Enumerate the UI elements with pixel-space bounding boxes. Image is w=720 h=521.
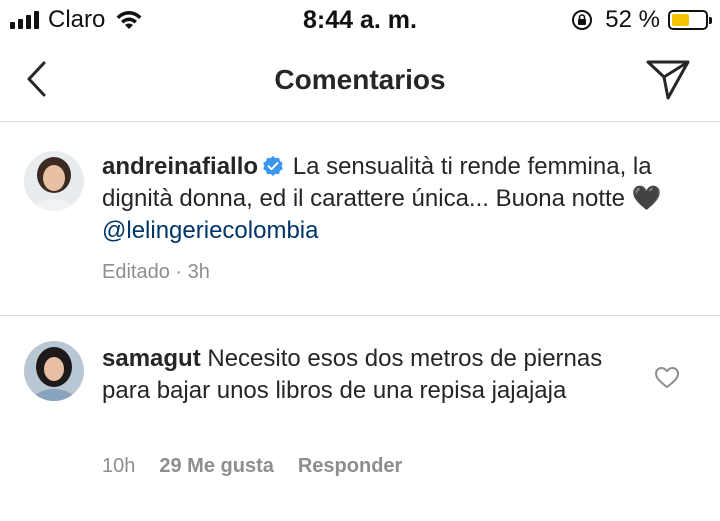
paper-plane-icon[interactable] (644, 56, 692, 102)
comment-text: samagut Necesito esos dos metros de pier… (102, 343, 622, 407)
battery-icon (668, 10, 712, 30)
header: Comentarios (0, 40, 720, 122)
mention-link[interactable]: @lelingeriecolombia (102, 217, 318, 244)
reply-button[interactable]: Responder (298, 455, 402, 478)
post-caption: andreinafiallo La sensualità ti rende fe… (0, 123, 720, 316)
heart-icon[interactable] (654, 365, 680, 391)
comment-username[interactable]: samagut (102, 345, 201, 372)
comment-time: 10h (102, 455, 136, 477)
likes-count[interactable]: 29 Me gusta (159, 455, 273, 478)
rotation-lock-icon (572, 10, 593, 30)
comment-item: samagut Necesito esos dos metros de pier… (0, 317, 720, 521)
black-heart-emoji: 🖤 (631, 185, 662, 212)
caption-username[interactable]: andreinafiallo (102, 153, 258, 180)
caption-text: andreinafiallo La sensualità ti rende fe… (102, 151, 692, 247)
avatar[interactable] (24, 341, 84, 401)
status-bar: Claro 8:44 a. m. 52 % (0, 0, 720, 40)
battery-fill (672, 14, 689, 26)
status-right: 52 % (571, 6, 712, 34)
battery-percent: 52 % (605, 6, 660, 33)
caption-meta: Editado · 3h (102, 261, 210, 283)
avatar[interactable] (24, 151, 84, 211)
comment-meta: 10h 29 Me gusta Responder (102, 455, 402, 478)
page-title: Comentarios (274, 64, 446, 95)
verified-badge-icon (263, 156, 283, 176)
